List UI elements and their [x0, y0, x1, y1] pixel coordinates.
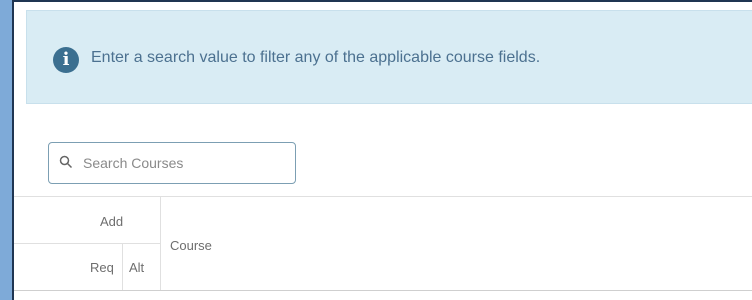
column-header-course[interactable]: Course: [170, 238, 212, 253]
course-search-panel: i Enter a search value to filter any of …: [12, 0, 752, 300]
table-header-top-border: [14, 196, 752, 197]
search-box[interactable]: [48, 142, 296, 184]
column-header-add: Add: [100, 214, 124, 229]
column-header-alt[interactable]: Alt: [129, 260, 144, 275]
info-circle-icon: i: [53, 47, 79, 73]
info-alert: i Enter a search value to filter any of …: [26, 10, 752, 104]
search-input[interactable]: [83, 153, 283, 173]
add-course-column-divider: [160, 196, 161, 290]
req-alt-column-divider: [122, 243, 123, 290]
alert-message: Enter a search value to filter any of th…: [91, 49, 541, 66]
column-header-req[interactable]: Req: [90, 260, 114, 275]
add-group-divider: [14, 243, 160, 244]
search-icon: [59, 155, 73, 169]
table-header-bottom-border: [14, 290, 752, 291]
